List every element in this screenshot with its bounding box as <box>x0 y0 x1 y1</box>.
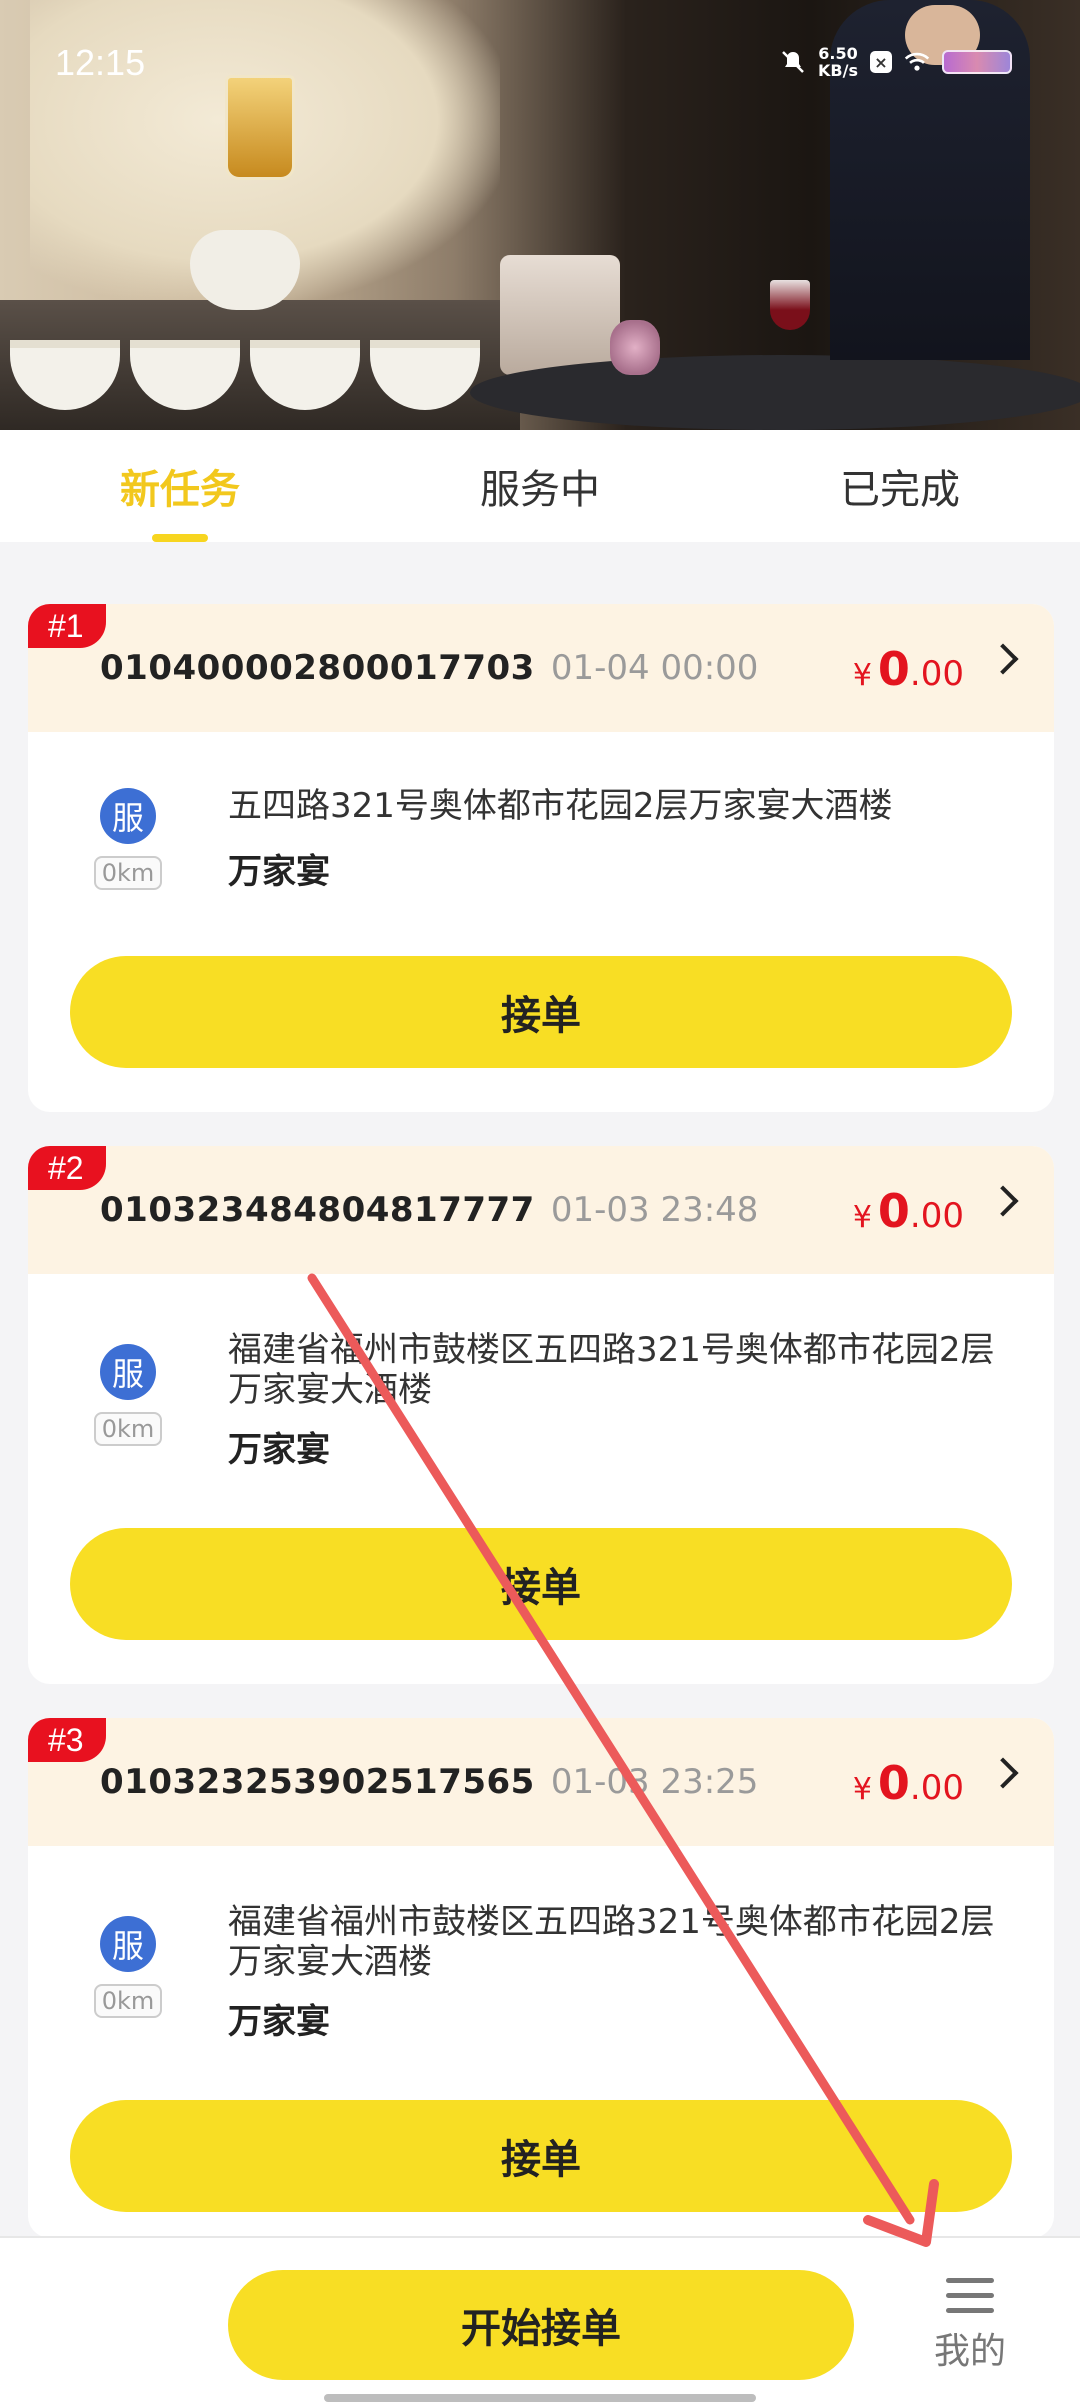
task-tabs: 新任务 服务中 已完成 <box>0 430 1080 542</box>
service-badge: 服 <box>100 1344 156 1400</box>
tab-in-service[interactable]: 服务中 <box>360 430 720 542</box>
order-number: 010323253902517565 <box>100 1762 535 1802</box>
price-decimal: .00 <box>909 654 964 694</box>
distance-label: 0km <box>94 1412 162 1446</box>
price-integer: 0 <box>877 642 910 696</box>
order-price: ¥ 0 .00 <box>853 1756 964 1810</box>
currency-symbol: ¥ <box>852 1200 872 1235</box>
order-time: 01-04 00:00 <box>550 648 759 688</box>
order-card: #3 010323253902517565 01-03 23:25 ¥ 0 .0… <box>28 1718 1054 2238</box>
chevron-right-icon[interactable] <box>987 1757 1019 1789</box>
currency-symbol: ¥ <box>852 1772 872 1807</box>
accept-order-button[interactable]: 接单 <box>70 2100 1012 2212</box>
accept-order-button[interactable]: 接单 <box>70 1528 1012 1640</box>
chevron-right-icon[interactable] <box>987 1185 1019 1217</box>
order-price: ¥ 0 .00 <box>853 642 964 696</box>
net-speed-value: 6.50 <box>818 44 858 63</box>
order-index-tag: #3 <box>28 1718 106 1762</box>
banner-round-table <box>470 355 1080 430</box>
order-number: 010400002800017703 <box>100 648 535 688</box>
status-icons: 6.50 KB/s × <box>780 42 1012 82</box>
order-header[interactable]: #2 010323484804817777 01-03 23:48 ¥ 0 .0… <box>28 1146 1054 1274</box>
order-address: 福建省福州市鼓楼区五四路321号奥体都市花园2层万家宴大酒楼 <box>228 1902 995 1982</box>
status-time: 12:15 <box>55 42 146 83</box>
chevron-right-icon[interactable] <box>987 643 1019 675</box>
order-body: 服 0km 福建省福州市鼓楼区五四路321号奥体都市花园2层万家宴大酒楼 万家宴… <box>28 1274 1054 1684</box>
bottom-bar: 开始接单 我的 <box>0 2236 1080 2408</box>
battery-icon <box>941 50 1012 74</box>
shop-name: 万家宴 <box>228 852 330 892</box>
distance-label: 0km <box>94 856 162 890</box>
order-header[interactable]: #1 010400002800017703 01-04 00:00 ¥ 0 .0… <box>28 604 1054 732</box>
order-time: 01-03 23:25 <box>550 1762 759 1802</box>
order-header[interactable]: #3 010323253902517565 01-03 23:25 ¥ 0 .0… <box>28 1718 1054 1846</box>
net-speed-unit: KB/s <box>818 61 858 80</box>
shop-name: 万家宴 <box>228 1430 330 1470</box>
order-address: 福建省福州市鼓楼区五四路321号奥体都市花园2层万家宴大酒楼 <box>228 1330 995 1410</box>
service-badge: 服 <box>100 1916 156 1972</box>
banner-flower <box>610 320 660 375</box>
currency-symbol: ¥ <box>852 658 872 693</box>
status-bar: 12:15 6.50 KB/s × <box>0 0 1080 120</box>
banner-wine-glass <box>770 280 810 330</box>
banner-gaiwan <box>190 230 300 310</box>
menu-icon <box>946 2278 994 2314</box>
tab-new-tasks[interactable]: 新任务 <box>0 430 360 542</box>
order-price: ¥ 0 .00 <box>853 1184 964 1238</box>
close-square-icon: × <box>869 51 892 73</box>
order-time: 01-03 23:48 <box>550 1190 759 1230</box>
price-integer: 0 <box>877 1756 910 1810</box>
order-index-tag: #1 <box>28 604 106 648</box>
tab-completed[interactable]: 已完成 <box>720 430 1080 542</box>
price-integer: 0 <box>877 1184 910 1238</box>
wifi-icon <box>904 49 930 75</box>
mute-bell-icon <box>780 49 806 75</box>
price-decimal: .00 <box>909 1768 964 1808</box>
order-body: 服 0km 福建省福州市鼓楼区五四路321号奥体都市花园2层万家宴大酒楼 万家宴… <box>28 1846 1054 2238</box>
net-speed: 6.50 KB/s <box>818 45 858 79</box>
home-indicator <box>324 2394 756 2402</box>
order-card: #2 010323484804817777 01-03 23:48 ¥ 0 .0… <box>28 1146 1054 1684</box>
mine-label: 我的 <box>933 2331 1006 2372</box>
accept-order-button[interactable]: 接单 <box>70 956 1012 1068</box>
order-body: 服 0km 五四路321号奥体都市花园2层万家宴大酒楼 万家宴 接单 <box>28 732 1054 1112</box>
distance-label: 0km <box>94 1984 162 2018</box>
order-number: 010323484804817777 <box>100 1190 535 1230</box>
price-decimal: .00 <box>909 1196 964 1236</box>
service-badge: 服 <box>100 788 156 844</box>
mine-tab[interactable]: 我的 <box>920 2278 1020 2374</box>
banner-decor <box>500 255 620 375</box>
order-card: #1 010400002800017703 01-04 00:00 ¥ 0 .0… <box>28 604 1054 1112</box>
order-index-tag: #2 <box>28 1146 106 1190</box>
shop-name: 万家宴 <box>228 2002 330 2042</box>
start-accepting-button[interactable]: 开始接单 <box>228 2270 854 2380</box>
order-address: 五四路321号奥体都市花园2层万家宴大酒楼 <box>228 786 893 826</box>
